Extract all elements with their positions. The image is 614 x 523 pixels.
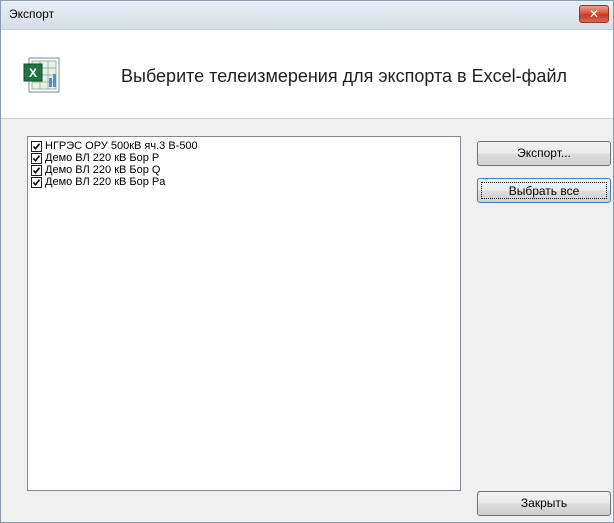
excel-icon: X <box>23 54 65 96</box>
checkbox[interactable] <box>31 176 42 188</box>
list-item-label: НГРЭС ОРУ 500кВ яч.3 В-500 <box>45 140 198 152</box>
svg-text:X: X <box>29 66 37 80</box>
list-item[interactable]: Демо ВЛ 220 кВ Бор P <box>31 152 460 164</box>
title-bar[interactable]: Экспорт ✕ <box>1 1 613 30</box>
export-dialog: Экспорт ✕ X Выберите телеизмерения для э… <box>0 0 614 523</box>
measurements-list[interactable]: НГРЭС ОРУ 500кВ яч.3 В-500 Демо ВЛ 220 к… <box>27 136 461 491</box>
list-item[interactable]: НГРЭС ОРУ 500кВ яч.3 В-500 <box>31 140 460 152</box>
list-item-label: Демо ВЛ 220 кВ Бор Q <box>45 164 161 176</box>
export-button[interactable]: Экспорт... <box>477 141 611 166</box>
list-item-label: Демо ВЛ 220 кВ Бор P <box>45 152 160 164</box>
select-all-button[interactable]: Выбрать все <box>477 178 611 203</box>
header-instruction: Выберите телеизмерения для экспорта в Ex… <box>121 66 568 86</box>
dialog-header: X Выберите телеизмерения для экспорта в … <box>1 30 613 119</box>
checkbox[interactable] <box>31 152 42 164</box>
window-title: Экспорт <box>9 7 55 21</box>
close-button[interactable]: Закрыть <box>477 491 611 516</box>
select-all-label: Выбрать все <box>481 182 607 199</box>
checkbox[interactable] <box>31 164 42 176</box>
list-item[interactable]: Демо ВЛ 220 кВ Бор Pa <box>31 176 460 188</box>
close-icon: ✕ <box>588 7 600 21</box>
list-item[interactable]: Демо ВЛ 220 кВ Бор Q <box>31 164 460 176</box>
window-close-button[interactable]: ✕ <box>579 5 609 23</box>
checkbox[interactable] <box>31 140 42 152</box>
list-item-label: Демо ВЛ 220 кВ Бор Pa <box>45 176 166 188</box>
